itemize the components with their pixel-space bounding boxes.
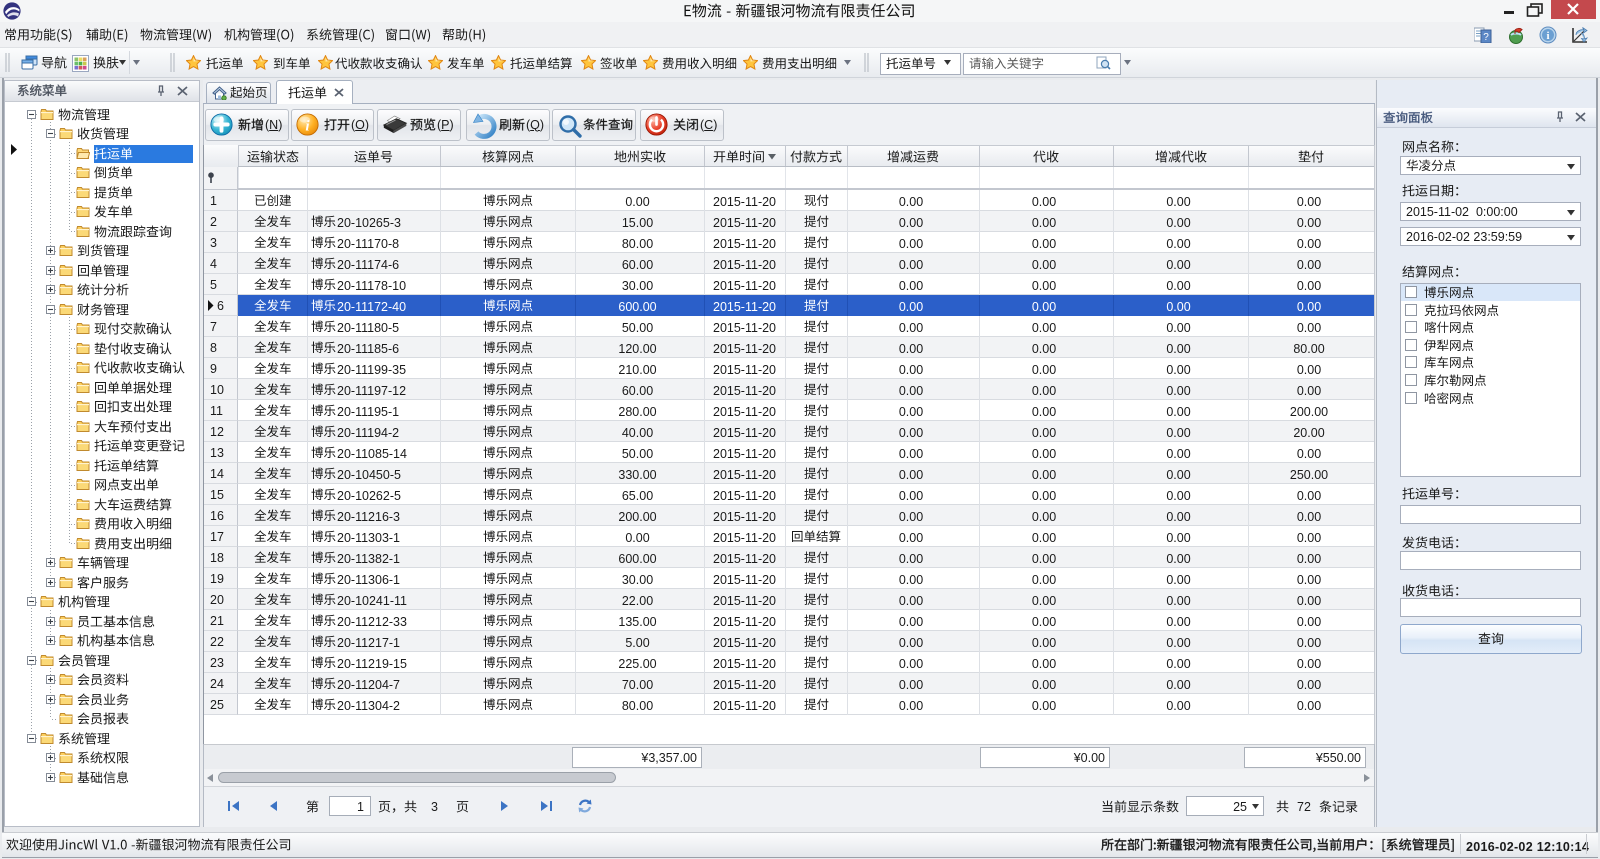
svg-text:?: ? (1483, 32, 1489, 43)
svg-text:i: i (1546, 30, 1549, 42)
